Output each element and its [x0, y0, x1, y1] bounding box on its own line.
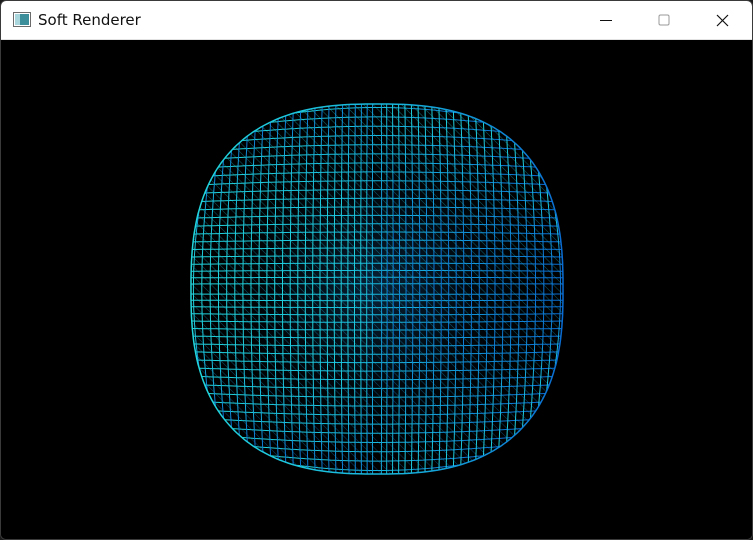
render-viewport[interactable]: [1, 40, 752, 539]
title-bar[interactable]: Soft Renderer: [1, 1, 752, 40]
window-title: Soft Renderer: [38, 11, 141, 29]
maximize-icon: [658, 14, 670, 26]
minimize-button[interactable]: [577, 1, 635, 39]
maximize-button[interactable]: [635, 1, 693, 39]
close-button[interactable]: [693, 1, 751, 39]
close-icon: [716, 14, 729, 27]
app-icon: [13, 12, 31, 27]
mesh-diagonal-line: [191, 104, 218, 474]
wireframe-sphere: [190, 103, 564, 475]
app-window: Soft Renderer: [0, 0, 753, 540]
minimize-icon: [600, 14, 612, 26]
